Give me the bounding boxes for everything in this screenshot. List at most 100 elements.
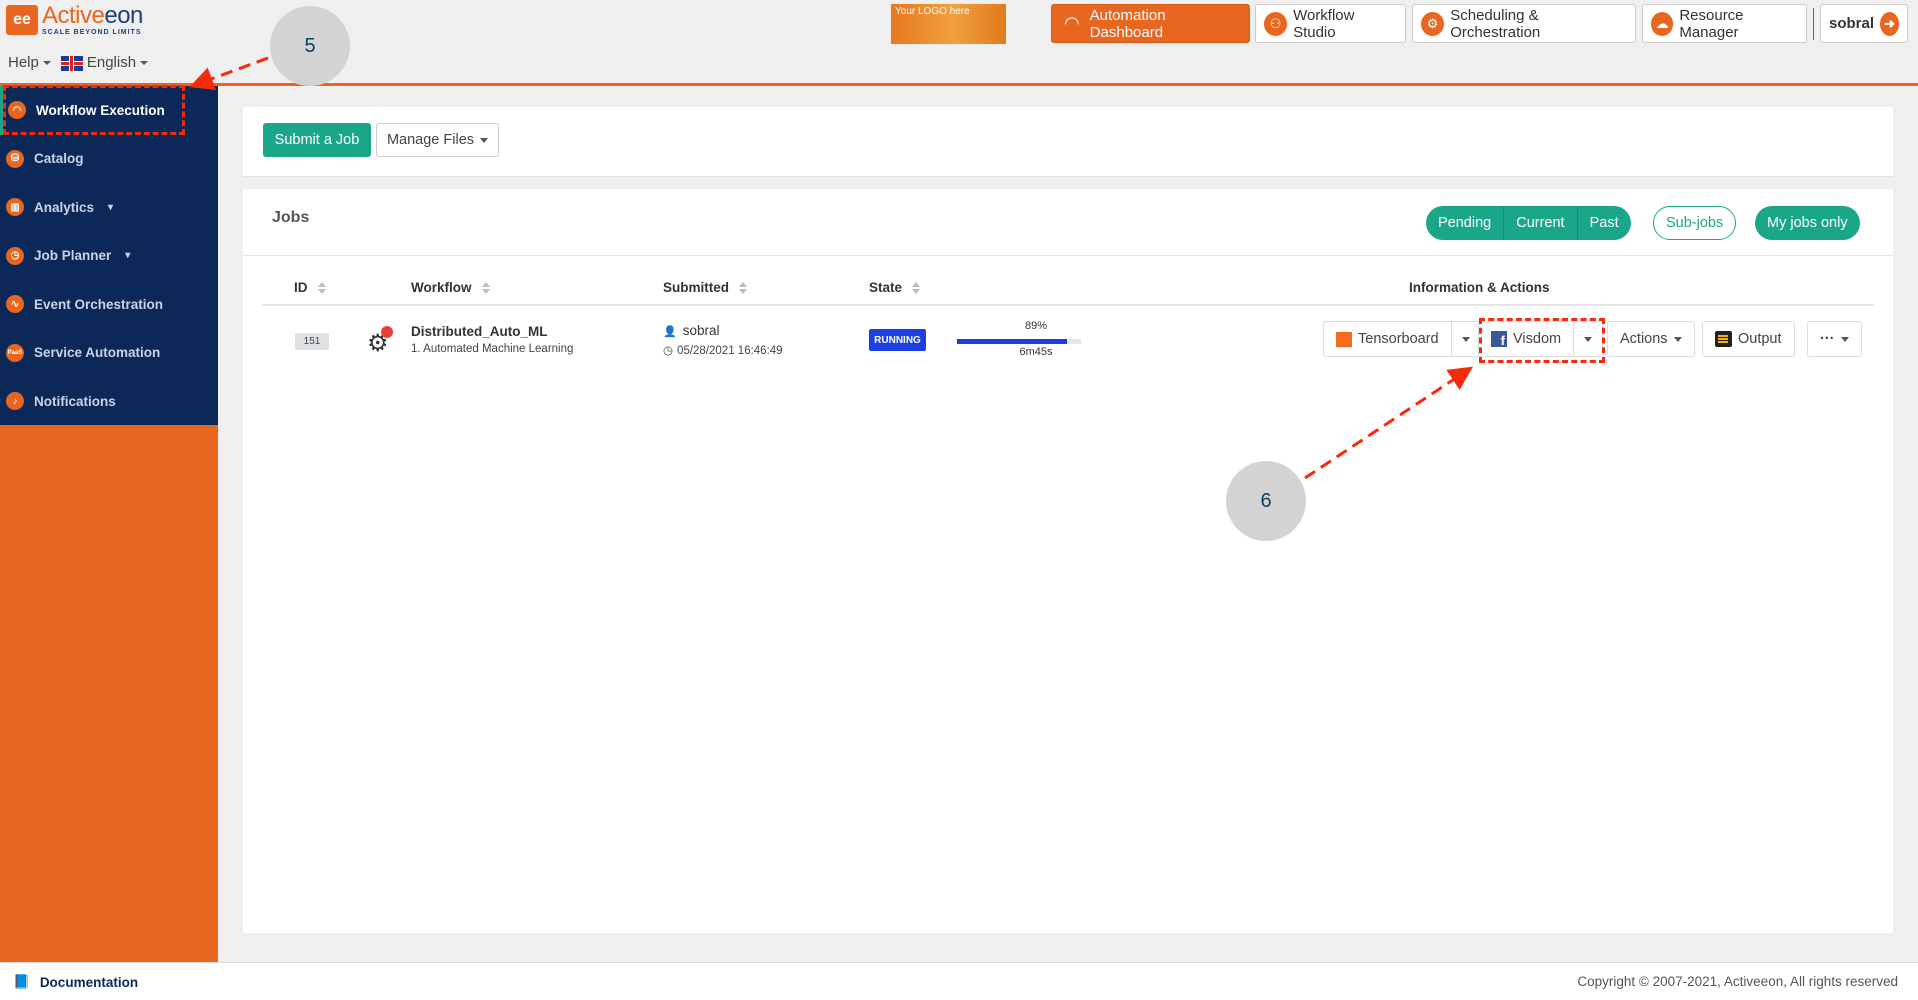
toolbar-panel: Submit a Job Manage Files <box>243 107 1893 177</box>
gauge-icon: ◠ <box>1063 13 1080 33</box>
analytics-icon: ▥ <box>6 198 24 217</box>
nav-separator <box>1813 8 1814 40</box>
submit-job-button[interactable]: Submit a Job <box>263 123 371 157</box>
tensorboard-icon <box>1336 331 1352 347</box>
sidebar: ◠ Workflow Execution ⛁ Catalog ▥ Analyti… <box>0 86 218 962</box>
brand-tagline: SCALE BEYOND LIMITS <box>42 29 142 36</box>
column-header-state[interactable]: State <box>869 280 921 295</box>
caret-down-icon <box>1840 336 1849 342</box>
brand-name-b: eon <box>104 2 143 29</box>
nav-automation-dashboard[interactable]: ◠ Automation Dashboard <box>1051 4 1250 43</box>
actions-dropdown[interactable]: Actions <box>1607 321 1695 357</box>
nav-label: Resource Manager <box>1679 6 1744 41</box>
column-header-workflow[interactable]: Workflow <box>411 280 490 295</box>
language-menu[interactable]: English <box>60 54 149 71</box>
bell-icon: ♪ <box>6 392 24 411</box>
my-jobs-only-toggle[interactable]: My jobs only <box>1755 206 1860 240</box>
sidebar-item-label: Job Planner <box>34 248 112 264</box>
tensorboard-dropdown-toggle[interactable] <box>1450 322 1480 356</box>
manage-files-dropdown[interactable]: Manage Files <box>376 123 499 157</box>
language-label: English <box>86 54 137 71</box>
sidebar-item-notifications[interactable]: ♪ Notifications <box>0 377 218 426</box>
output-button-inner: Output <box>1703 322 1794 356</box>
user-logout-button[interactable]: sobral ➜ <box>1820 4 1908 43</box>
sidebar-item-label: Analytics <box>34 199 95 215</box>
jobs-title: Jobs <box>272 209 310 226</box>
help-menu[interactable]: Help <box>8 54 51 71</box>
ellipsis-icon: ··· <box>1820 331 1835 347</box>
filter-past[interactable]: Past <box>1578 206 1631 240</box>
sidebar-item-label: Event Orchestration <box>34 296 164 312</box>
activeeon-logo[interactable]: ee Activeeon SCALE BEYOND LIMITS <box>6 4 143 36</box>
output-button[interactable]: Output <box>1702 321 1795 357</box>
documentation-link[interactable]: 📘 Documentation <box>13 974 138 990</box>
sort-icon <box>317 281 326 294</box>
clock-icon: ◷ <box>663 345 674 357</box>
annotation-highlight-box <box>1479 318 1605 363</box>
gears-icon: ⚙ <box>1421 11 1445 36</box>
sidebar-item-label: Service Automation <box>34 345 161 361</box>
annotation-highlight-box <box>3 85 185 135</box>
more-options-dropdown[interactable]: ··· <box>1807 321 1862 357</box>
actions-label: Actions <box>1620 331 1668 347</box>
clock-icon: ◷ <box>6 246 24 265</box>
progress-bar-fill <box>957 339 1068 344</box>
tensorboard-button-group: Tensorboard <box>1323 321 1481 357</box>
output-label: Output <box>1738 331 1782 347</box>
column-header-submitted[interactable]: Submitted <box>663 280 747 295</box>
help-label: Help <box>8 54 39 71</box>
workflow-gear-icon: ⚙ <box>367 326 393 358</box>
sort-icon <box>739 281 747 294</box>
submitted-by-name: sobral <box>682 323 720 338</box>
annotation-step-5: 5 <box>270 6 350 86</box>
job-state-filter: Pending Current Past <box>1426 206 1631 240</box>
job-id-badge: 151 <box>295 333 329 350</box>
submitted-at: ◷ 05/28/2021 16:46:49 <box>663 343 783 357</box>
sidebar-nav: ◠ Workflow Execution ⛁ Catalog ▥ Analyti… <box>0 86 218 425</box>
progress-percent: 89% <box>1024 320 1048 332</box>
nav-resource-manager[interactable]: ☁ Resource Manager <box>1642 4 1807 43</box>
workflow-name[interactable]: Distributed_Auto_ML <box>411 324 548 339</box>
filter-current[interactable]: Current <box>1504 206 1578 240</box>
caret-down-icon <box>480 137 489 143</box>
running-indicator-icon <box>380 326 393 338</box>
status-badge: RUNNING <box>869 329 926 351</box>
more-options-inner: ··· <box>1808 322 1861 356</box>
progress-bar <box>957 339 1081 344</box>
sidebar-item-event-orchestration[interactable]: ∿ Event Orchestration <box>0 280 218 329</box>
copyright-text: Copyright © 2007-2021, Activeeon, All ri… <box>1577 974 1898 989</box>
pulse-icon: ∿ <box>6 295 24 314</box>
job-duration: 6m45s <box>1019 346 1053 358</box>
sidebar-item-job-planner[interactable]: ◷ Job Planner ▾ <box>0 232 218 281</box>
caret-down-icon <box>1673 336 1682 342</box>
sidebar-item-service-automation[interactable]: PaaS Service Automation <box>0 329 218 378</box>
nav-label: Workflow Studio <box>1293 6 1355 41</box>
column-header-id[interactable]: ID <box>294 280 326 295</box>
annotation-step-6: 6 <box>1226 461 1306 541</box>
nav-label: Scheduling & Orchestration <box>1450 6 1541 41</box>
paas-icon: PaaS <box>6 343 24 362</box>
column-header-info-actions: Information & Actions <box>1409 280 1550 295</box>
sidebar-item-catalog[interactable]: ⛁ Catalog <box>0 135 218 184</box>
user-icon: 👤 <box>663 326 677 338</box>
uk-flag-icon <box>60 55 83 71</box>
documentation-label: Documentation <box>39 974 139 990</box>
tensorboard-button[interactable]: Tensorboard <box>1324 322 1451 356</box>
sidebar-item-analytics[interactable]: ▥ Analytics ▾ <box>0 183 218 232</box>
sidebar-item-label: Catalog <box>34 151 84 167</box>
nav-workflow-studio[interactable]: ⚇ Workflow Studio <box>1255 4 1406 43</box>
brand-name-a: Active <box>42 2 105 29</box>
filter-pending[interactable]: Pending <box>1426 206 1505 240</box>
sort-icon <box>481 281 490 294</box>
tensorboard-label: Tensorboard <box>1358 331 1439 347</box>
output-log-icon <box>1715 331 1732 347</box>
username: sobral <box>1829 15 1875 32</box>
jobs-panel: Jobs Pending Current Past Sub-jobs My jo… <box>243 189 1893 933</box>
column-label: State <box>869 280 903 295</box>
caret-down-icon <box>42 61 51 66</box>
submitted-by: 👤 sobral <box>663 323 719 338</box>
column-label: Submitted <box>663 280 729 295</box>
header-divider <box>0 83 1918 86</box>
subjobs-toggle[interactable]: Sub-jobs <box>1653 206 1737 240</box>
nav-scheduling-orchestration[interactable]: ⚙ Scheduling & Orchestration <box>1412 4 1636 43</box>
